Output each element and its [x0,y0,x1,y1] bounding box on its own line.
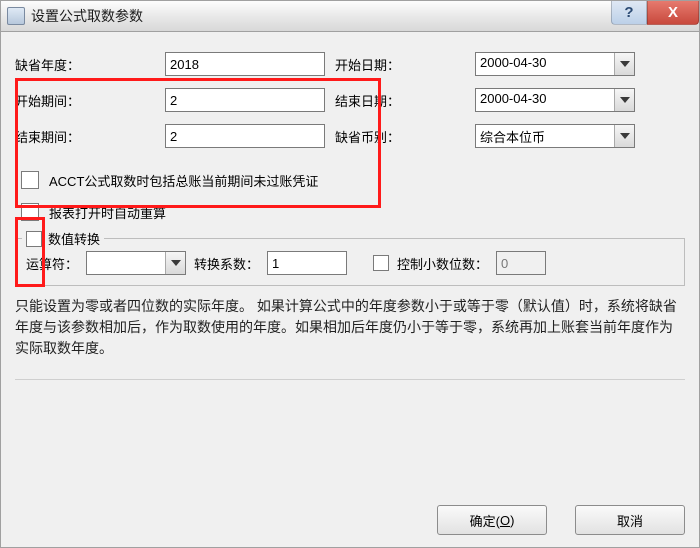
input-default-year[interactable] [165,52,325,76]
window-title: 设置公式取数参数 [31,6,143,26]
row-startperiod-enddate: 开始期间： 结束日期： 2000-04-30 [15,82,685,118]
checkbox-acct[interactable] [21,171,39,189]
help-button[interactable]: ? [611,1,647,25]
checkbox-decimals[interactable] [373,255,389,271]
combo-start-date[interactable]: 2000-04-30 [475,52,635,76]
group-value-transform: 数值转换 运算符： 转换系数： 控制小数位数： [15,238,685,286]
label-end-period: 结束期间： [15,127,165,146]
help-icon: ? [624,4,633,21]
checkbox-auto-recalc[interactable] [21,203,39,221]
ok-button[interactable]: 确定(O) [437,505,547,535]
input-decimals [496,251,546,275]
row-endperiod-currency: 结束期间： 缺省币别： 综合本位币 [15,118,685,154]
label-factor: 转换系数： [194,254,259,273]
group-title: 数值转换 [22,229,104,248]
label-decimals: 控制小数位数： [397,254,488,273]
label-end-date: 结束日期： [325,91,475,110]
combo-operator-value [87,252,165,274]
chevron-down-icon[interactable] [614,89,634,111]
app-icon [7,7,25,25]
checkbox-auto-recalc-row: 报表打开时自动重算 [15,196,685,228]
checkbox-acct-row: ACCT公式取数时包括总账当前期间未过账凭证 [15,164,685,196]
chevron-down-icon[interactable] [165,252,185,274]
label-start-date: 开始日期： [325,55,475,74]
help-text: 只能设置为零或者四位数的实际年度。 如果计算公式中的年度参数小于或等于零（默认值… [15,296,685,359]
client-area: 缺省年度： 开始日期： 2000-04-30 开始期间： 结束日期： 2000-… [0,32,700,548]
separator [15,379,685,380]
window-buttons: ? X [611,1,699,31]
label-default-year: 缺省年度： [15,55,165,74]
input-end-period[interactable] [165,124,325,148]
label-operator: 运算符： [26,254,78,273]
chevron-down-icon[interactable] [614,53,634,75]
titlebar: 设置公式取数参数 ? X [0,0,700,32]
combo-end-date-value: 2000-04-30 [476,89,614,111]
checkbox-auto-recalc-label: 报表打开时自动重算 [49,203,166,222]
label-start-period: 开始期间： [15,91,165,110]
close-button[interactable]: X [647,1,699,25]
combo-operator[interactable] [86,251,186,275]
button-row: 确定(O) 取消 [437,505,685,535]
group-title-text: 数值转换 [48,229,100,248]
chevron-down-icon[interactable] [614,125,634,147]
combo-default-currency-value: 综合本位币 [476,125,614,147]
input-start-period[interactable] [165,88,325,112]
checkbox-group-enable[interactable] [26,231,42,247]
row-year-startdate: 缺省年度： 开始日期： 2000-04-30 [15,46,685,82]
checkbox-acct-label: ACCT公式取数时包括总账当前期间未过账凭证 [49,171,318,190]
input-factor[interactable] [267,251,347,275]
close-icon: X [668,4,678,21]
label-default-currency: 缺省币别： [325,127,475,146]
combo-start-date-value: 2000-04-30 [476,53,614,75]
combo-end-date[interactable]: 2000-04-30 [475,88,635,112]
cancel-button[interactable]: 取消 [575,505,685,535]
combo-default-currency[interactable]: 综合本位币 [475,124,635,148]
